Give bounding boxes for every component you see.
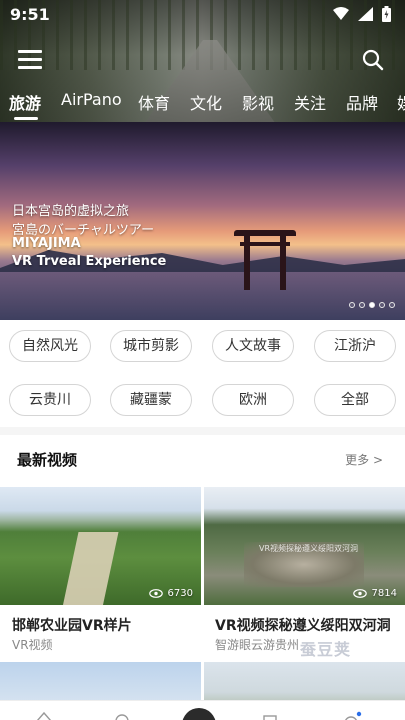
chip-yunguichuan[interactable]: 云贵川 xyxy=(9,384,91,416)
page-dot-active[interactable] xyxy=(369,302,375,308)
tab-travel[interactable]: 旅游 xyxy=(9,90,41,114)
view-count: 7814 xyxy=(352,588,397,599)
eye-icon xyxy=(352,589,367,598)
chip-jiangzhehu[interactable]: 江浙沪 xyxy=(314,330,396,362)
banner-line-1: 日本宫岛的虚拟之旅 xyxy=(12,204,130,219)
page-dot[interactable] xyxy=(359,302,365,308)
chip-europe[interactable]: 欧洲 xyxy=(212,384,294,416)
wifi-icon xyxy=(333,7,349,20)
tab-entertainment[interactable]: 娱 xyxy=(397,90,405,114)
tab-film[interactable]: 影视 xyxy=(242,90,274,114)
active-tab-indicator xyxy=(14,117,38,120)
status-bar: 9:51 xyxy=(0,0,405,28)
video-source: VR视频 xyxy=(12,638,53,652)
hamburger-icon xyxy=(18,50,42,53)
watermark: 蚕豆荚 xyxy=(300,640,352,659)
thumbnail-caption: VR视频探秘遵义绥阳双河洞 xyxy=(259,544,359,553)
battery-icon xyxy=(382,6,391,22)
page-dot[interactable] xyxy=(379,302,385,308)
chip-natural-scenery[interactable]: 自然风光 xyxy=(9,330,91,362)
view-count: 6730 xyxy=(148,588,193,599)
video-source: 智游眼云游贵州 xyxy=(215,638,300,652)
signal-icon xyxy=(358,7,373,21)
category-tabs: 旅游 AirPano 体育 文化 影视 关注 品牌 娱 xyxy=(0,90,405,120)
page-dot[interactable] xyxy=(349,302,355,308)
page-dot[interactable] xyxy=(389,302,395,308)
profile-icon[interactable] xyxy=(342,711,362,720)
video-thumbnail[interactable]: VR视频探秘遵义绥阳双河洞 7814 xyxy=(204,487,405,605)
video-title[interactable]: VR视频探秘遵义绥阳双河洞 xyxy=(215,615,391,635)
tab-sports[interactable]: 体育 xyxy=(138,90,170,114)
more-link[interactable]: 更多 > xyxy=(345,451,383,468)
eye-icon xyxy=(148,589,163,598)
menu-button[interactable] xyxy=(18,50,42,72)
discover-icon[interactable] xyxy=(114,711,130,720)
video-title[interactable]: 邯郸农业园VR样片 xyxy=(12,615,132,635)
tab-culture[interactable]: 文化 xyxy=(190,90,222,114)
home-icon[interactable] xyxy=(36,711,52,720)
chip-all[interactable]: 全部 xyxy=(314,384,396,416)
banner-line-4: VR Trveal Experience xyxy=(12,254,167,269)
section-title: 最新视频 xyxy=(17,451,78,469)
search-button[interactable] xyxy=(361,48,385,72)
chip-zangjiangmeng[interactable]: 藏疆蒙 xyxy=(110,384,192,416)
status-time: 9:51 xyxy=(10,5,50,24)
banner-pagination xyxy=(349,302,395,308)
torii-gate-image xyxy=(234,230,296,290)
section-divider xyxy=(0,427,405,435)
chip-city-silhouette[interactable]: 城市剪影 xyxy=(110,330,192,362)
tab-brand[interactable]: 品牌 xyxy=(346,90,378,114)
search-icon xyxy=(362,49,384,71)
app-screen: 9:51 旅游 AirPano 体育 文化 影视 关注 品牌 娱 xyxy=(0,0,405,720)
chip-cultural-stories[interactable]: 人文故事 xyxy=(212,330,294,362)
tab-airpano[interactable]: AirPano xyxy=(61,90,122,109)
video-thumbnail[interactable]: 6730 xyxy=(0,487,201,605)
message-icon[interactable] xyxy=(262,711,278,720)
featured-banner[interactable]: 日本宫岛的虚拟之旅 宮島のバーチャルツアー MIYAJIMA VR Trveal… xyxy=(0,122,405,320)
banner-line-3: MIYAJIMA xyxy=(12,236,81,251)
tab-follow[interactable]: 关注 xyxy=(294,90,326,114)
